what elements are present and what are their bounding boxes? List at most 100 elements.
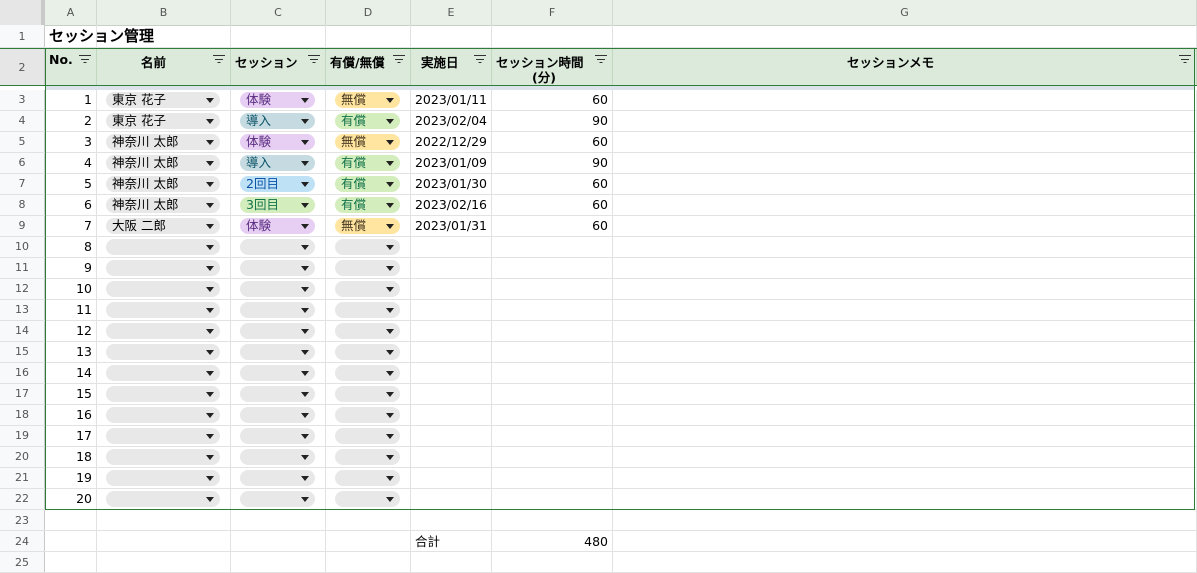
column-header-d[interactable]: D	[326, 0, 411, 25]
dropdown-arrow-icon[interactable]	[206, 434, 214, 439]
dropdown-arrow-icon[interactable]	[206, 476, 214, 481]
dropdown-arrow-icon[interactable]	[206, 98, 214, 103]
cell-no[interactable]: 19	[45, 468, 97, 488]
row-number[interactable]: 20	[0, 447, 45, 467]
cell-name[interactable]	[97, 279, 231, 299]
cell-paid[interactable]: 有償	[326, 174, 411, 194]
cell-name[interactable]	[97, 300, 231, 320]
dropdown-arrow-icon[interactable]	[386, 392, 394, 397]
cell-duration[interactable]	[492, 468, 613, 488]
paid-dropdown[interactable]: 有償	[335, 197, 400, 213]
cell-duration[interactable]	[492, 321, 613, 341]
dropdown-arrow-icon[interactable]	[301, 140, 309, 145]
session-dropdown[interactable]	[240, 428, 315, 444]
cell-date[interactable]: 2023/02/16	[411, 195, 492, 215]
paid-dropdown[interactable]: 有償	[335, 155, 400, 171]
cell[interactable]	[492, 25, 613, 47]
cell-memo[interactable]	[613, 363, 1197, 383]
paid-dropdown[interactable]: 有償	[335, 113, 400, 129]
cell-no[interactable]: 5	[45, 174, 97, 194]
paid-dropdown[interactable]	[335, 407, 400, 423]
cell-memo[interactable]	[613, 342, 1197, 362]
paid-dropdown[interactable]	[335, 302, 400, 318]
dropdown-arrow-icon[interactable]	[301, 182, 309, 187]
cell-duration[interactable]	[492, 342, 613, 362]
row-number[interactable]: 24	[0, 531, 45, 551]
paid-dropdown[interactable]: 有償	[335, 176, 400, 192]
dropdown-arrow-icon[interactable]	[301, 308, 309, 313]
cell[interactable]	[613, 552, 1197, 572]
cell-memo[interactable]	[613, 405, 1197, 425]
name-dropdown[interactable]	[106, 449, 220, 465]
dropdown-arrow-icon[interactable]	[206, 350, 214, 355]
paid-dropdown[interactable]	[335, 281, 400, 297]
header-paid[interactable]: 有償/無償	[326, 49, 411, 85]
cell-no[interactable]: 3	[45, 132, 97, 152]
name-dropdown[interactable]	[106, 470, 220, 486]
cell-session[interactable]	[231, 363, 326, 383]
session-dropdown[interactable]: 体験	[240, 134, 315, 150]
cell-no[interactable]: 8	[45, 237, 97, 257]
row-number[interactable]: 13	[0, 300, 45, 320]
cell[interactable]	[613, 510, 1197, 530]
sheet-title[interactable]: セッション管理	[45, 25, 154, 47]
paid-dropdown[interactable]: 無償	[335, 92, 400, 108]
cell-date[interactable]	[411, 300, 492, 320]
cell-paid[interactable]	[326, 258, 411, 278]
cell-no[interactable]: 2	[45, 111, 97, 131]
cell-date[interactable]: 2023/01/11	[411, 90, 492, 110]
cell-date[interactable]	[411, 363, 492, 383]
cell-date[interactable]	[411, 342, 492, 362]
cell[interactable]	[45, 531, 97, 551]
cell-name[interactable]: 大阪 二郎	[97, 216, 231, 236]
row-number[interactable]: 6	[0, 153, 45, 173]
cell-duration[interactable]: 60	[492, 216, 613, 236]
cell-duration[interactable]: 60	[492, 132, 613, 152]
cell-no[interactable]: 11	[45, 300, 97, 320]
cell-duration[interactable]	[492, 447, 613, 467]
dropdown-arrow-icon[interactable]	[386, 224, 394, 229]
cell-name[interactable]: 東京 花子	[97, 111, 231, 131]
paid-dropdown[interactable]	[335, 449, 400, 465]
paid-dropdown[interactable]	[335, 470, 400, 486]
cell-date[interactable]	[411, 384, 492, 404]
column-header-f[interactable]: F	[492, 0, 613, 25]
cell-memo[interactable]	[613, 153, 1197, 173]
dropdown-arrow-icon[interactable]	[206, 455, 214, 460]
cell-memo[interactable]	[613, 426, 1197, 446]
cell-name[interactable]	[97, 447, 231, 467]
cell-memo[interactable]	[613, 300, 1197, 320]
row-number[interactable]: 18	[0, 405, 45, 425]
session-dropdown[interactable]	[240, 260, 315, 276]
row-number[interactable]: 23	[0, 510, 45, 530]
cell[interactable]	[231, 25, 326, 47]
dropdown-arrow-icon[interactable]	[386, 413, 394, 418]
cell-no[interactable]: 16	[45, 405, 97, 425]
cell-memo[interactable]	[613, 468, 1197, 488]
dropdown-arrow-icon[interactable]	[386, 98, 394, 103]
dropdown-arrow-icon[interactable]	[386, 182, 394, 187]
cell-session[interactable]	[231, 468, 326, 488]
row-number[interactable]: 5	[0, 132, 45, 152]
row-number[interactable]: 4	[0, 111, 45, 131]
column-header-c[interactable]: C	[231, 0, 326, 25]
dropdown-arrow-icon[interactable]	[386, 119, 394, 124]
dropdown-arrow-icon[interactable]	[386, 329, 394, 334]
cell-memo[interactable]	[613, 195, 1197, 215]
cell-paid[interactable]	[326, 321, 411, 341]
cell[interactable]	[326, 25, 411, 47]
name-dropdown[interactable]	[106, 386, 220, 402]
cell-name[interactable]	[97, 405, 231, 425]
row-number[interactable]: 12	[0, 279, 45, 299]
dropdown-arrow-icon[interactable]	[301, 224, 309, 229]
dropdown-arrow-icon[interactable]	[206, 161, 214, 166]
header-duration[interactable]: セッション時間 (分)	[492, 49, 613, 85]
name-dropdown[interactable]	[106, 344, 220, 360]
paid-dropdown[interactable]: 無償	[335, 134, 400, 150]
cell[interactable]	[45, 510, 97, 530]
cell-name[interactable]	[97, 342, 231, 362]
paid-dropdown[interactable]	[335, 491, 400, 507]
name-dropdown[interactable]	[106, 428, 220, 444]
cell-session[interactable]	[231, 321, 326, 341]
row-number[interactable]: 2	[0, 49, 45, 85]
